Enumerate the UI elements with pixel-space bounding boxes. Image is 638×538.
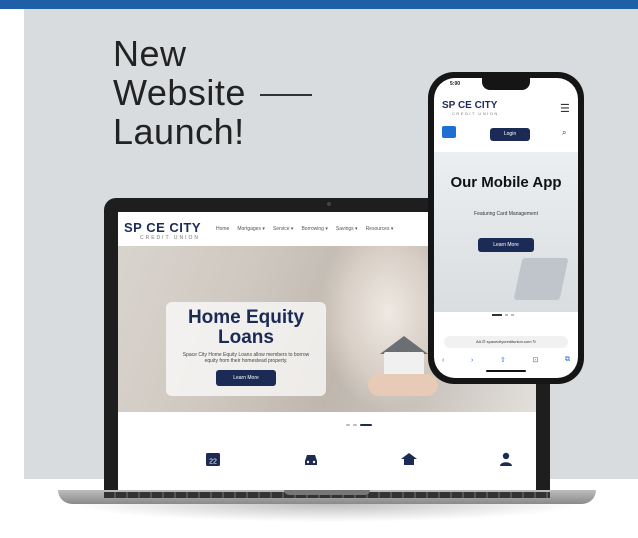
headline: New Website Launch! — [113, 34, 312, 151]
phone-carousel-dot[interactable] — [511, 314, 514, 316]
person-icon[interactable] — [498, 450, 516, 468]
phone-screen: 5:00 SP CE CITY CREDIT UNION ☰ Login ⌕ O… — [434, 78, 578, 378]
carousel-dot-active[interactable] — [360, 424, 372, 426]
calendar-icon[interactable]: 22 — [204, 450, 222, 468]
search-icon[interactable]: ⌕ — [562, 128, 566, 138]
nav-item-resources[interactable]: Resources ▾ — [366, 226, 394, 232]
headline-line-1: New — [113, 33, 187, 74]
svg-text:22: 22 — [209, 459, 217, 466]
back-icon[interactable]: ‹ — [442, 357, 444, 364]
hand-image — [368, 374, 438, 396]
learn-more-button[interactable]: Learn More — [216, 370, 276, 386]
reload-icon[interactable]: ↻ — [533, 339, 536, 344]
phone-hero: Our Mobile App Featuring Card Management… — [434, 152, 578, 312]
phone-learn-more-button[interactable]: Learn More — [478, 238, 534, 252]
tabs-icon[interactable]: ⧉ — [565, 356, 570, 364]
hero-title: Home Equity Loans — [187, 307, 305, 348]
phone-carousel-dot[interactable] — [505, 314, 508, 316]
laptop-lip — [284, 490, 370, 495]
carousel-dots[interactable] — [346, 424, 372, 426]
browser-url: AA ⊡ spacecitycreditunion.com — [475, 339, 532, 344]
headline-line-3: Launch! — [113, 111, 245, 152]
car-icon[interactable] — [302, 450, 320, 468]
login-button[interactable]: Login — [490, 128, 530, 141]
phone-hero-subtitle: Featuring Card Management — [474, 211, 538, 217]
phone-carousel-dots[interactable] — [492, 314, 514, 316]
nav-item-mortgages[interactable]: Mortgages ▾ — [237, 226, 265, 232]
site-logo-sub: CREDIT UNION — [140, 235, 201, 241]
home-loan-icon[interactable] — [400, 450, 418, 468]
site-logo[interactable]: SP CE CITY — [124, 220, 201, 235]
phone-hero-title: Our Mobile App — [450, 174, 562, 191]
phone-site-logo[interactable]: SP CE CITY — [442, 100, 497, 111]
phone-site-logo-sub: CREDIT UNION — [452, 111, 499, 116]
phone-hero-image — [513, 258, 569, 300]
nav-item-service[interactable]: Service ▾ — [273, 226, 294, 232]
bookmarks-icon[interactable]: ⊡ — [532, 356, 538, 364]
phone: 5:00 SP CE CITY CREDIT UNION ☰ Login ⌕ O… — [428, 72, 584, 384]
top-accent-bar — [0, 0, 638, 9]
nav-item-borrowing[interactable]: Borrowing ▾ — [301, 226, 327, 232]
card-icon[interactable] — [442, 126, 456, 138]
laptop-shadow — [70, 504, 584, 522]
headline-dash — [259, 94, 312, 97]
carousel-dot[interactable] — [346, 424, 350, 426]
browser-toolbar: ‹ › ⇧ ⊡ ⧉ — [442, 354, 570, 366]
headline-line-2: Website — [113, 72, 246, 113]
hamburger-menu-icon[interactable]: ☰ — [560, 102, 570, 115]
browser-url-bar[interactable]: AA ⊡ spacecitycreditunion.com ↻ — [444, 336, 568, 348]
site-nav-items: Home Mortgages ▾ Service ▾ Borrowing ▾ S… — [216, 226, 393, 232]
home-indicator — [486, 370, 526, 372]
carousel-dot[interactable] — [353, 424, 357, 426]
quick-links-row: 22 — [118, 434, 536, 492]
phone-carousel-dot-active[interactable] — [492, 314, 502, 316]
nav-item-home[interactable]: Home — [216, 226, 229, 232]
forward-icon[interactable]: › — [471, 357, 473, 364]
nav-item-savings[interactable]: Savings ▾ — [336, 226, 358, 232]
hero-card: Home Equity Loans Space City Home Equity… — [166, 302, 326, 396]
share-icon[interactable]: ⇧ — [500, 356, 506, 364]
hero-text: Space City Home Equity Loans allow membe… — [182, 352, 310, 364]
phone-notch — [482, 78, 530, 90]
phone-time: 5:00 — [450, 81, 461, 87]
laptop-camera — [327, 202, 331, 206]
